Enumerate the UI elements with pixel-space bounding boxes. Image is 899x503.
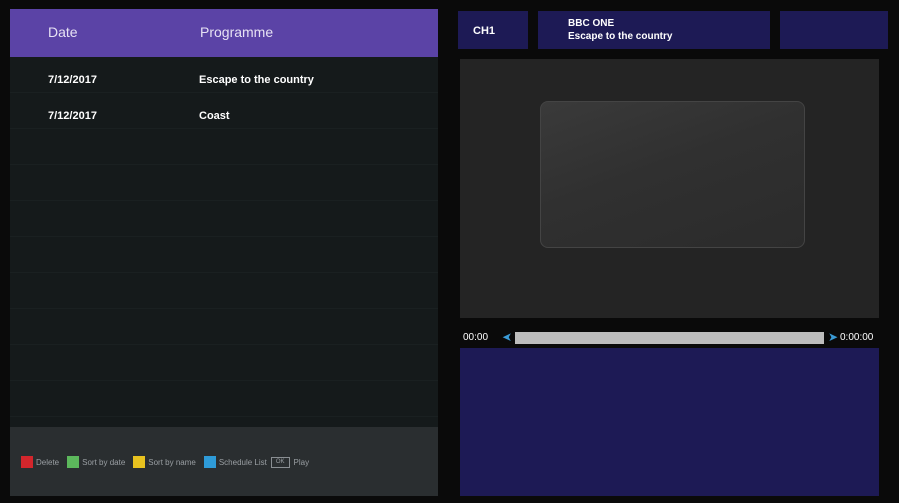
recording-title: Escape to the country	[199, 74, 314, 86]
elapsed-time: 00:00	[463, 332, 489, 343]
color-key-bar: Delete Sort by date Sort by name Schedul…	[10, 427, 438, 496]
recording-date: 7/12/2017	[48, 74, 97, 86]
schedule-list-label: Schedule List	[218, 457, 267, 467]
ok-key-icon[interactable]: OK	[270, 456, 290, 468]
rewind-arrow-icon[interactable]: ➤	[502, 330, 512, 344]
sort-by-date-label: Sort by date	[82, 457, 126, 467]
programme-title: Escape to the country	[568, 31, 673, 42]
list-item[interactable]: 7/12/2017 Coast	[10, 101, 438, 133]
list-item[interactable]: 7/12/2017 Escape to the country	[10, 65, 438, 97]
play-label: Play	[293, 457, 310, 467]
channel-name: BBC ONE	[568, 18, 615, 29]
total-time: 0:00:00	[840, 332, 874, 343]
sort-by-name-label: Sort by name	[148, 457, 196, 467]
tv-screen-icon	[540, 101, 805, 248]
channel-number-box: CH1	[458, 11, 528, 49]
column-header-programme[interactable]: Programme	[200, 24, 273, 40]
red-key-icon[interactable]	[21, 456, 33, 468]
video-preview	[460, 59, 879, 318]
green-key-icon[interactable]	[67, 456, 80, 468]
list-header: Date Programme	[10, 9, 438, 57]
channel-info-box: BBC ONE Escape to the country	[538, 11, 770, 49]
channel-number: CH1	[473, 25, 496, 37]
blue-key-icon[interactable]	[203, 456, 216, 468]
programme-details-panel	[460, 348, 879, 496]
color-key-legend: Delete Sort by date Sort by name Schedul…	[21, 455, 309, 469]
column-header-date[interactable]: Date	[48, 24, 78, 40]
forward-arrow-icon[interactable]: ➤	[828, 330, 838, 344]
delete-label: Delete	[36, 457, 60, 467]
channel-info-extra	[780, 11, 888, 49]
recording-title: Coast	[199, 110, 230, 122]
progress-track[interactable]	[515, 332, 824, 344]
recordings-panel: Date Programme 7/12/2017 Escape to the c…	[10, 9, 438, 496]
recording-date: 7/12/2017	[48, 110, 97, 122]
playback-progress: 00:00 ➤ ➤ 0:00:00	[460, 328, 890, 348]
yellow-key-icon[interactable]	[133, 456, 146, 468]
